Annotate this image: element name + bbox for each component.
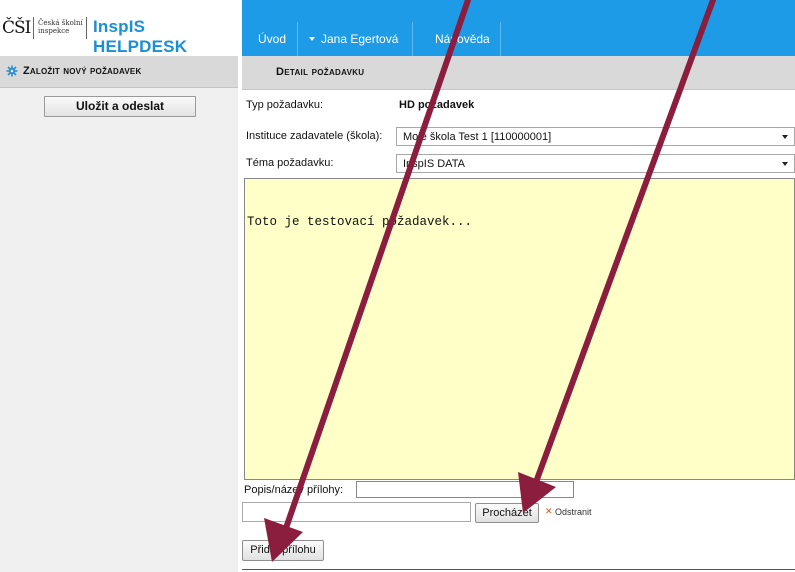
nav-divider — [412, 22, 413, 56]
nav-item-user[interactable]: Jana Egertová — [309, 22, 398, 56]
chevron-down-icon — [782, 162, 788, 166]
topic-label: Téma požadavku: — [246, 157, 334, 169]
nav-item-uvod[interactable]: Úvod — [258, 22, 286, 56]
attachment-description-input[interactable] — [356, 481, 574, 498]
csi-org-line2: inspekce — [38, 27, 70, 35]
topic-select[interactable]: InspIS DATA — [396, 154, 795, 173]
type-value: HD požadavek — [399, 99, 475, 111]
type-label: Typ požadavku: — [246, 99, 324, 111]
remove-attachment-link[interactable]: Odstranit — [555, 507, 592, 517]
sidebar: Založit nový požadavek Uložit a odeslat — [0, 56, 238, 572]
csi-logo-mark: ČŠI — [2, 18, 31, 38]
institution-select[interactable]: Moje škola Test 1 [110000001] — [396, 127, 795, 146]
divider — [242, 569, 795, 570]
topic-select-value: InspIS DATA — [403, 158, 465, 170]
attachment-description-label: Popis/název přílohy: — [244, 484, 344, 496]
csi-org-line1: Česká školní — [38, 19, 83, 27]
sidebar-header: Založit nový požadavek — [0, 56, 238, 88]
main-header: Detail požadavku — [242, 56, 795, 90]
main-panel: Detail požadavku Typ požadavku: HD požad… — [242, 56, 795, 572]
close-icon[interactable]: ✕ — [545, 508, 553, 517]
brand-title: InspIS HELPDESK — [93, 17, 188, 56]
csi-org-name: Česká školní inspekce — [38, 19, 83, 35]
logo-divider — [33, 17, 34, 39]
top-navigation: Úvod Jana Egertová Nápověda — [242, 0, 795, 56]
institution-select-value: Moje škola Test 1 [110000001] — [403, 131, 552, 143]
file-path-input[interactable] — [242, 502, 471, 522]
page-title: Detail požadavku — [276, 66, 365, 78]
gear-icon — [6, 65, 18, 77]
app-header: ČŠI Česká školní inspekce InspIS HELPDES… — [0, 0, 795, 56]
nav-divider — [297, 22, 298, 56]
nav-divider — [500, 22, 501, 56]
nav-item-napoveda[interactable]: Nápověda — [435, 22, 490, 56]
chevron-down-icon — [782, 135, 788, 139]
chevron-down-icon — [309, 36, 315, 41]
message-textarea[interactable]: Toto je testovací požadavek... — [244, 178, 795, 480]
add-attachment-button[interactable]: Přidat přílohu — [242, 540, 324, 561]
institution-label: Instituce zadavatele (škola): — [246, 130, 383, 142]
logo-area[interactable]: ČŠI Česká školní inspekce InspIS HELPDES… — [0, 0, 242, 56]
save-and-send-button[interactable]: Uložit a odeslat — [44, 96, 196, 117]
sidebar-title: Založit nový požadavek — [23, 65, 142, 77]
nav-user-label: Jana Egertová — [321, 32, 399, 46]
logo-divider-2 — [86, 17, 87, 39]
browse-button[interactable]: Procházet — [475, 503, 539, 523]
